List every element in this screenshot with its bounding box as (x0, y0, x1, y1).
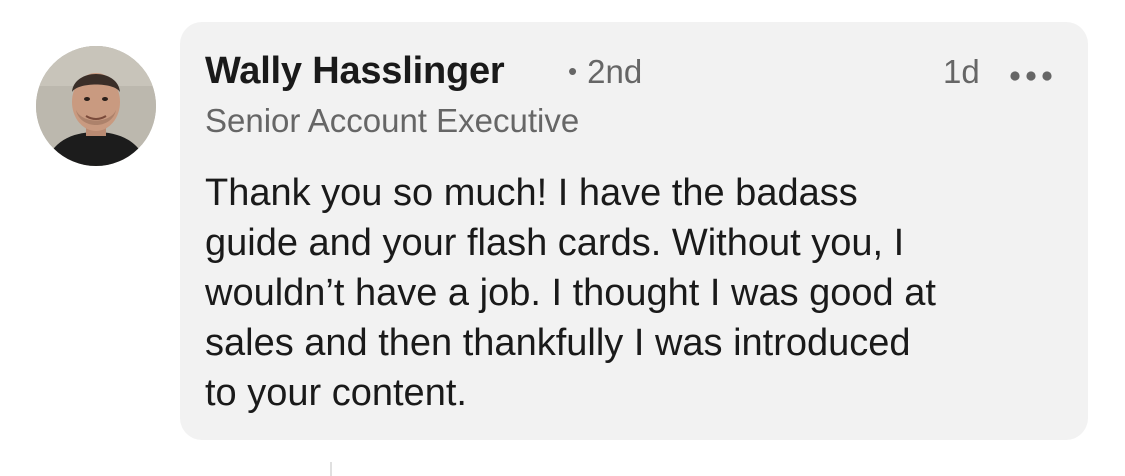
comment-bubble: Wally Hasslinger • 2nd Senior Account Exe… (180, 22, 1088, 440)
comment-item: Wally Hasslinger • 2nd Senior Account Exe… (0, 0, 1125, 476)
author-avatar[interactable] (36, 46, 156, 166)
comment-text-line: guide and your flash cards. Without you,… (205, 222, 905, 264)
more-horizontal-icon (1010, 71, 1052, 81)
divider (330, 462, 332, 476)
author-name[interactable]: Wally Hasslinger (205, 50, 505, 93)
author-headline: Senior Account Executive (205, 102, 580, 139)
more-options-button[interactable] (1008, 62, 1054, 90)
comment-text: Thank you so much! I have the badass gui… (205, 168, 1065, 418)
comment-timestamp: 1d (943, 53, 980, 90)
connection-degree: • 2nd (568, 53, 642, 91)
comment-text-line: wouldn’t have a job. I thought I was goo… (205, 272, 936, 314)
connection-degree-label: 2nd (587, 53, 643, 90)
degree-separator: • (568, 56, 578, 86)
comment-text-line: to your content. (205, 372, 467, 414)
profile-photo-icon (36, 46, 156, 166)
comment-text-line: sales and then thankfully I was introduc… (205, 322, 911, 364)
comment-text-line: Thank you so much! I have the badass (205, 172, 858, 214)
